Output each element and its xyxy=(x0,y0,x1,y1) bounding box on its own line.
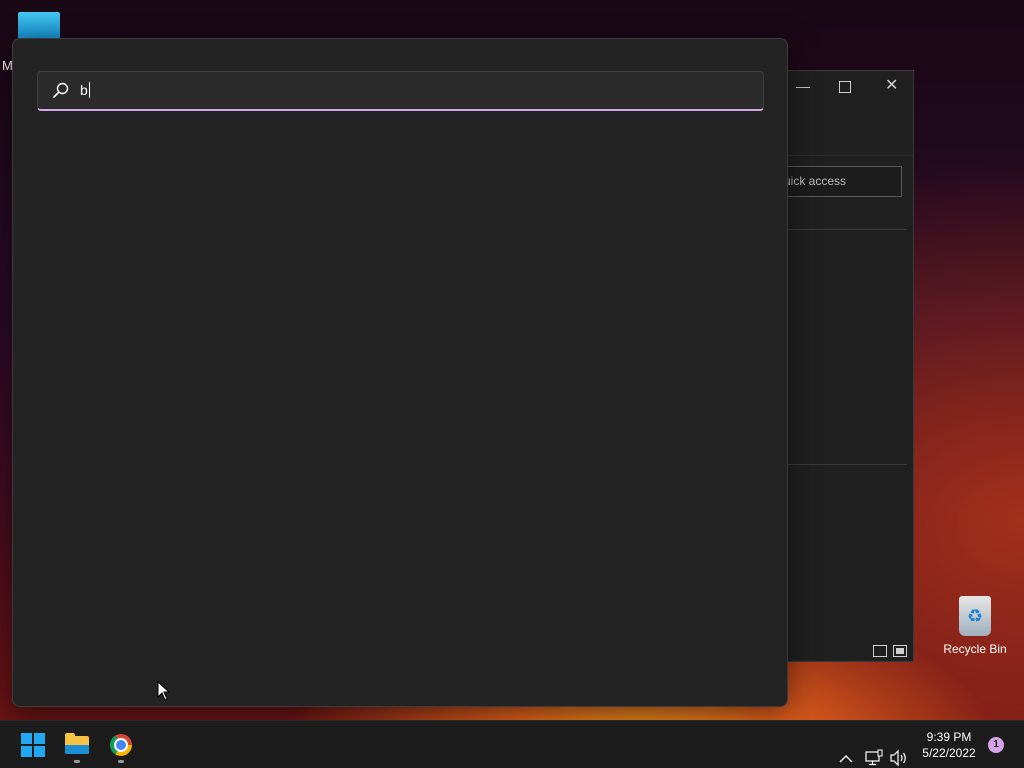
search-flyout: b xyxy=(12,38,788,707)
recycle-bin-icon: ♻ xyxy=(959,596,991,636)
minimize-button[interactable]: — xyxy=(796,79,810,93)
search-query-text: b xyxy=(80,82,88,98)
recycle-bin[interactable]: ♻ Recycle Bin xyxy=(940,596,1010,656)
close-button[interactable]: ✕ xyxy=(885,78,898,94)
network-icon[interactable] xyxy=(864,734,884,768)
volume-icon[interactable] xyxy=(889,734,909,768)
running-indicator xyxy=(74,760,80,763)
search-quick-access-input[interactable]: uick access xyxy=(779,166,902,197)
notification-badge[interactable]: 1 xyxy=(988,737,1004,753)
windows-start-icon xyxy=(21,733,45,757)
taskbar: 9:39 PM 5/22/2022 1 xyxy=(0,720,1024,768)
maximize-button[interactable] xyxy=(839,81,851,93)
search-icon xyxy=(53,82,69,98)
system-clock[interactable]: 9:39 PM 5/22/2022 xyxy=(912,729,986,761)
search-input[interactable]: b xyxy=(37,71,764,111)
chrome-taskbar-button[interactable] xyxy=(101,727,141,763)
clock-time: 9:39 PM xyxy=(926,730,972,744)
file-explorer-taskbar-button[interactable] xyxy=(57,727,97,763)
text-caret xyxy=(88,82,90,98)
large-icons-view-icon[interactable] xyxy=(893,645,907,657)
folder-icon xyxy=(65,733,89,754)
desktop-app-icon[interactable] xyxy=(18,12,60,40)
divider xyxy=(788,464,907,465)
details-view-icon[interactable] xyxy=(873,645,887,657)
file-explorer-window[interactable]: — ✕ uick access xyxy=(770,70,914,662)
chrome-icon xyxy=(110,734,132,756)
mouse-pointer-icon xyxy=(157,681,171,701)
clock-date: 5/22/2022 xyxy=(922,746,976,760)
start-button[interactable] xyxy=(12,727,52,763)
view-toggle xyxy=(873,645,907,657)
divider xyxy=(788,229,907,230)
explorer-toolbar xyxy=(788,109,913,156)
running-indicator xyxy=(118,760,124,763)
chevron-up-icon[interactable] xyxy=(838,735,854,768)
recycle-bin-label: Recycle Bin xyxy=(943,642,1007,656)
